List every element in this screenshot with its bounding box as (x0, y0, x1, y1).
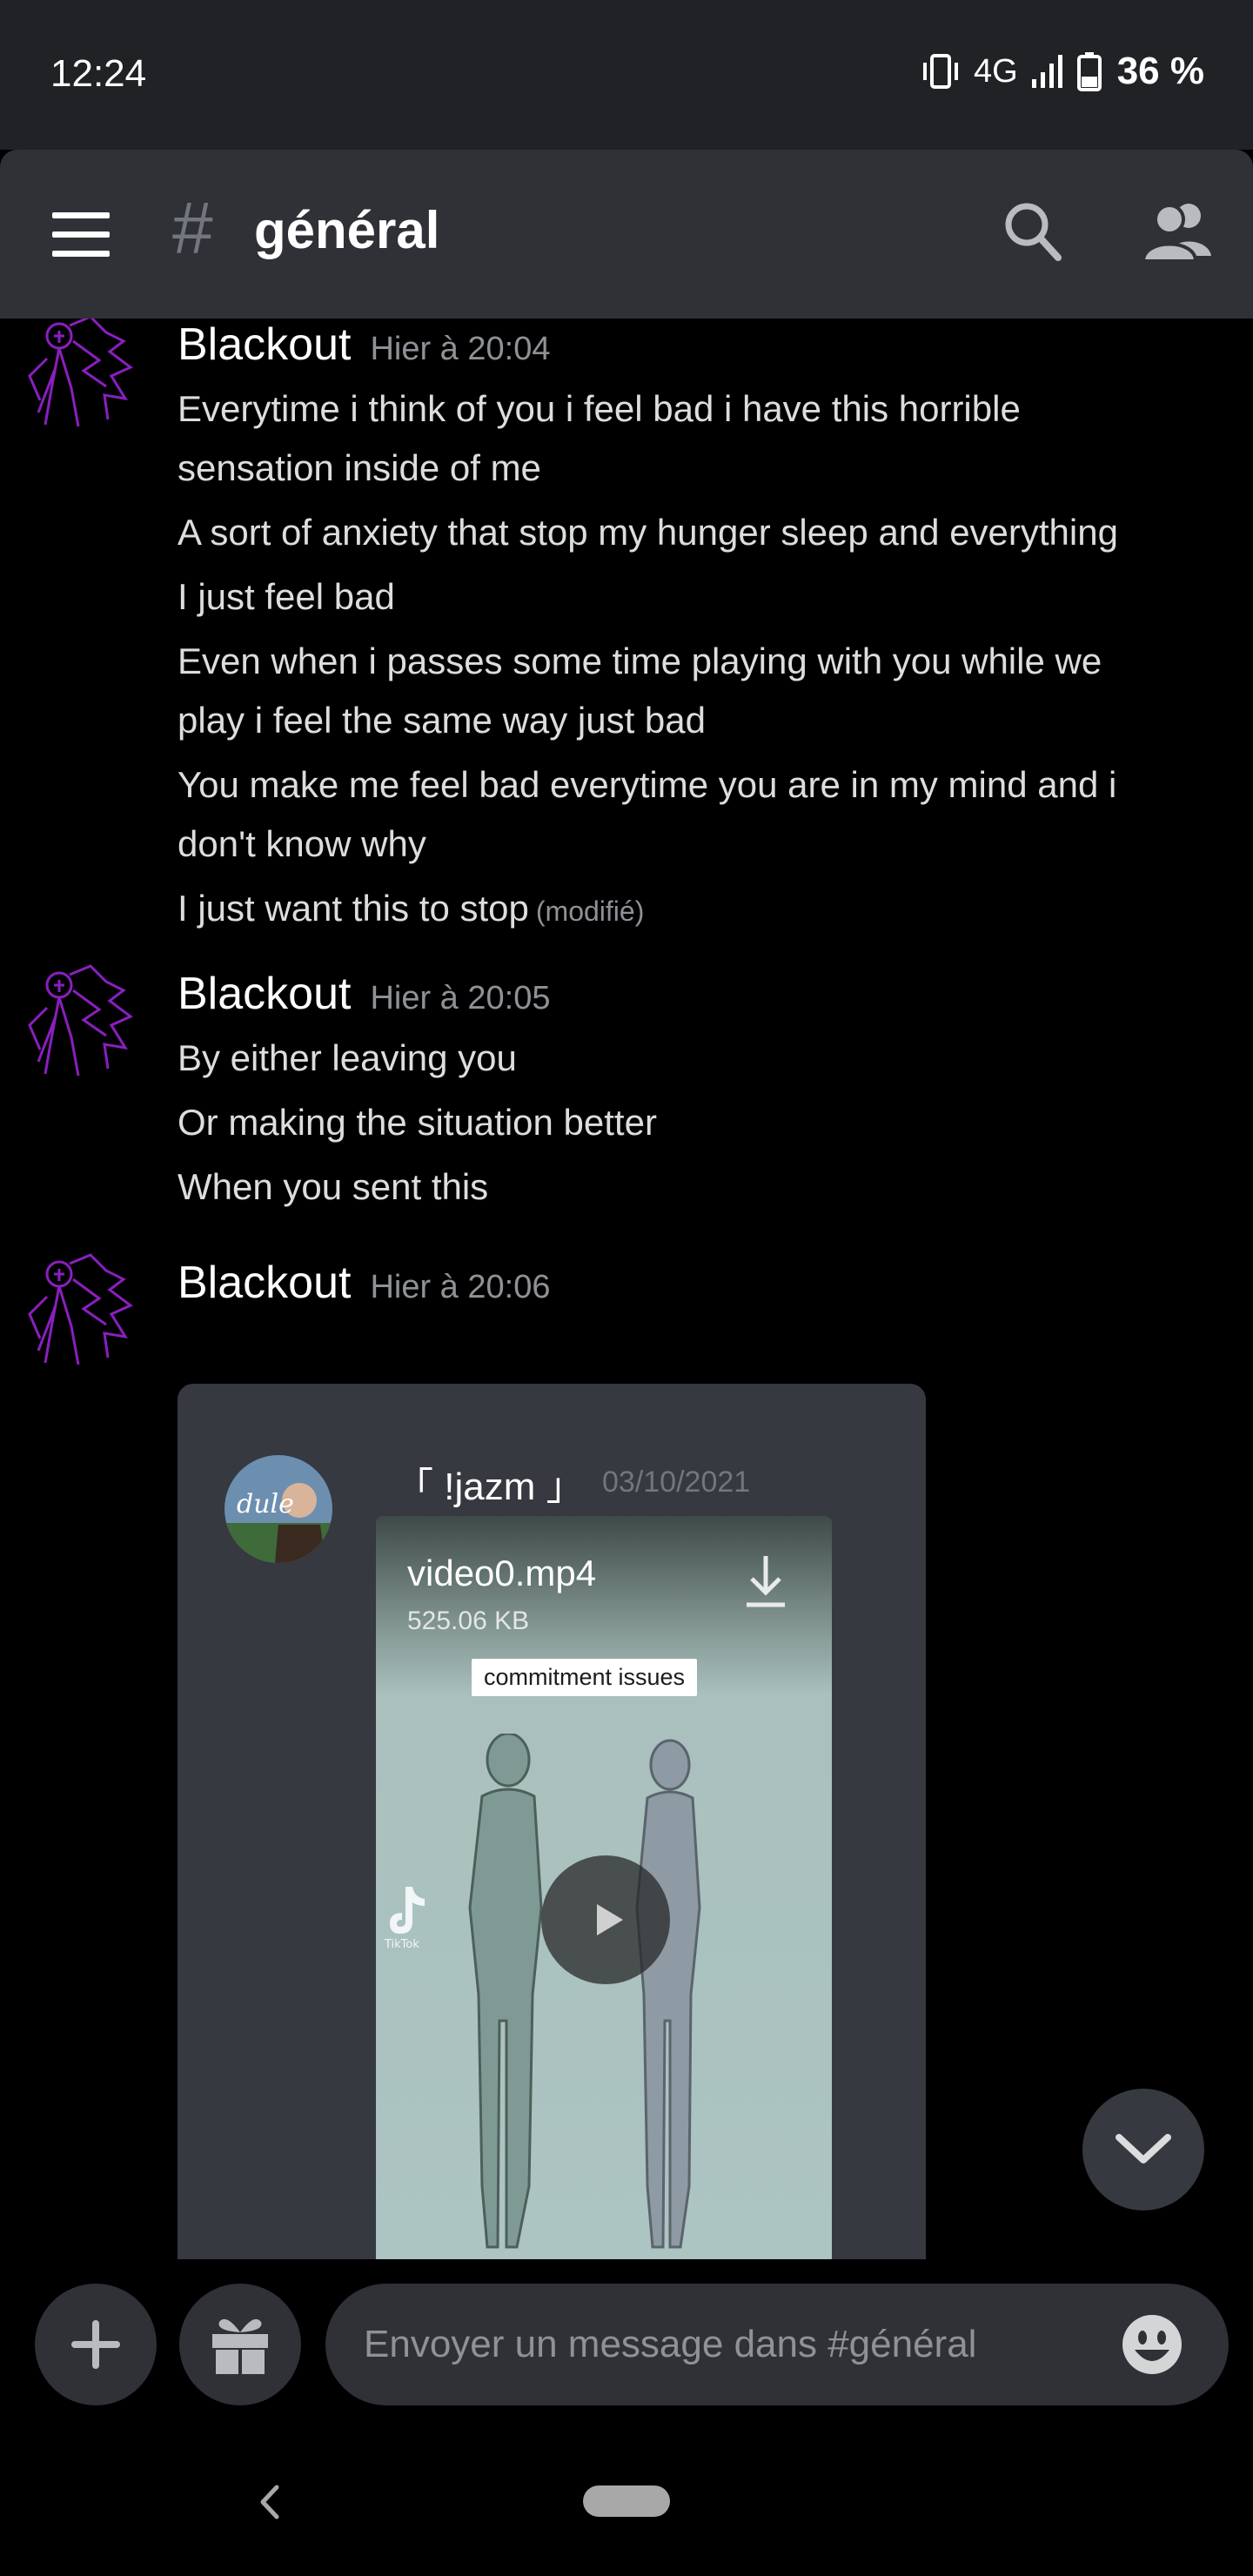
home-pill[interactable] (583, 2485, 670, 2517)
message-line: sensation inside of me (178, 447, 541, 488)
emoji-button[interactable] (1119, 2311, 1185, 2378)
system-navigation-bar (0, 2433, 1253, 2576)
message-line: Everytime i think of you i feel bad i ha… (178, 388, 1021, 429)
network-type: 4G (974, 52, 1018, 90)
message-line: By either leaving you (178, 1037, 517, 1078)
image-attachment[interactable]: dule 「 !jazm 」 03/10/2021 video0.mp4 525… (178, 1384, 926, 2259)
embed-date: 03/10/2021 (602, 1466, 751, 1499)
message-timestamp: Hier à 20:06 (370, 1269, 551, 1305)
message-header: Blackout Hier à 20:05 (178, 968, 1230, 1023)
message-text: I just want this to stop (178, 888, 529, 929)
message-input-container (325, 2284, 1229, 2405)
video-caption: commitment issues (472, 1659, 698, 1696)
gift-button[interactable] (179, 2284, 301, 2405)
author-name[interactable]: Blackout (178, 968, 351, 1020)
tiktok-watermark: TikTok (383, 1882, 435, 1951)
battery-icon (1076, 52, 1102, 91)
channel-title: général (254, 201, 440, 259)
user-avatar[interactable] (21, 319, 141, 435)
add-attachment-button[interactable] (35, 2284, 157, 2405)
download-icon[interactable] (741, 1551, 790, 1612)
scroll-to-bottom-button[interactable] (1082, 2089, 1204, 2210)
message-timestamp: Hier à 20:05 (370, 980, 551, 1016)
message-line: I just want this to stop (modifié) (178, 879, 1230, 941)
message-body: Blackout Hier à 20:05 By either leaving … (178, 968, 1230, 1217)
hash-icon: # (172, 187, 213, 269)
message-line: I just feel bad (178, 576, 395, 617)
svg-text:TikTok: TikTok (384, 1938, 419, 1951)
video-attachment[interactable]: video0.mp4 525.06 KB commitment issues T… (376, 1516, 832, 2259)
vibrate-icon (923, 54, 958, 89)
author-name[interactable]: Blackout (178, 319, 351, 371)
menu-icon[interactable] (52, 209, 113, 261)
play-button[interactable] (541, 1855, 670, 1984)
message-line: don't know why (178, 823, 426, 864)
message-timestamp: Hier à 20:04 (370, 331, 551, 367)
embed-username: 「 !jazm 」 (395, 1466, 585, 1508)
author-name[interactable]: Blackout (178, 1257, 351, 1309)
gift-icon (212, 2318, 268, 2374)
message-line: Even when i passes some time playing wit… (178, 641, 1102, 681)
video-file-name: video0.mp4 (407, 1553, 597, 1593)
message-body: Blackout Hier à 20:06 (178, 1257, 1230, 1312)
message-composer (0, 2259, 1253, 2433)
video-thumbnail (468, 1734, 701, 2249)
message-line: Or making the situation better (178, 1102, 657, 1143)
status-bar: 12:24 4G 36 % (0, 0, 1253, 150)
status-indicators: 4G 36 % (920, 50, 1204, 92)
message-list[interactable]: Blackout Hier à 20:04 Everytime i think … (0, 319, 1253, 2259)
message-header: Blackout Hier à 20:04 (178, 319, 1230, 374)
message-body: Blackout Hier à 20:04 Everytime i think … (178, 319, 1230, 941)
user-avatar[interactable] (21, 964, 141, 1084)
svg-text:dule: dule (237, 1489, 294, 1519)
embed-avatar: dule (224, 1455, 332, 1563)
message-header: Blackout Hier à 20:06 (178, 1257, 1230, 1312)
message-input[interactable] (364, 2315, 1060, 2374)
message-line: When you sent this (178, 1166, 489, 1207)
status-time: 12:24 (50, 52, 147, 95)
back-icon[interactable] (252, 2480, 287, 2524)
video-file-size: 525.06 KB (407, 1607, 530, 1635)
search-icon[interactable] (1002, 198, 1063, 263)
members-icon[interactable] (1140, 198, 1216, 263)
user-avatar[interactable] (21, 1253, 141, 1373)
edited-label: (modifié) (535, 896, 645, 927)
message-line: You make me feel bad everytime you are i… (178, 764, 1117, 805)
message-line: play i feel the same way just bad (178, 700, 706, 741)
signal-icon (1031, 55, 1062, 88)
channel-header: # général (0, 150, 1253, 319)
plus-icon (71, 2320, 120, 2369)
play-icon (597, 1904, 623, 1935)
emoji-icon (1122, 2315, 1182, 2374)
battery-percent: 36 % (1116, 50, 1204, 92)
message-line: A sort of anxiety that stop my hunger sl… (178, 512, 1118, 553)
chevron-down-icon (1116, 2134, 1171, 2163)
